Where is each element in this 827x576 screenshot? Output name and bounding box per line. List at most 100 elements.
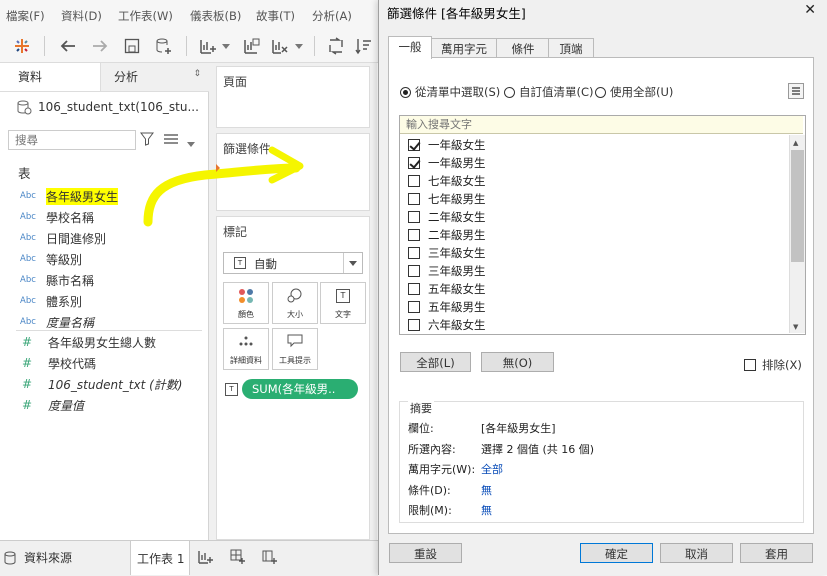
field-label: 學校代碼 (48, 356, 97, 371)
select-none-button[interactable]: 無(O) (481, 352, 554, 372)
value-checkbox[interactable] (408, 211, 420, 223)
dimension-field[interactable]: Abc 度量名稱 (0, 312, 200, 332)
text-encoding-icon: T (225, 383, 238, 396)
color-mark-button[interactable]: 顏色 (223, 282, 269, 324)
field-label: 等級別 (46, 252, 83, 267)
value-checkbox[interactable] (408, 301, 420, 313)
detail-mark-button[interactable]: 詳細資料 (223, 328, 269, 370)
summary-key: 萬用字元(W): (408, 463, 476, 476)
new-dashboard-icon[interactable] (230, 549, 246, 568)
number-type-icon: # (22, 398, 33, 412)
summary-value: 選擇 2 個值 (共 16 個) (481, 442, 595, 456)
value-checkbox[interactable] (408, 193, 420, 205)
value-list-item[interactable]: 五年級女生 (408, 280, 486, 298)
field-label: 各年級男女生總人數 (48, 335, 157, 350)
value-checkbox[interactable] (408, 157, 420, 169)
string-type-icon: Abc (20, 233, 36, 243)
summary-key: 所選內容: (408, 442, 456, 456)
value-search-input[interactable] (400, 116, 803, 134)
number-type-icon: # (22, 356, 33, 370)
value-list-item[interactable]: 六年級女生 (408, 316, 486, 334)
chevron-down-icon[interactable]: ▼ (793, 323, 798, 331)
value-label: 七年級女生 (428, 174, 486, 188)
value-label: 五年級男生 (428, 300, 486, 314)
new-story-icon[interactable] (262, 549, 278, 568)
ok-button[interactable]: 確定 (580, 543, 653, 563)
new-worksheet-icon[interactable] (198, 549, 214, 568)
value-list-scrollbar[interactable]: ▲ ▼ (789, 135, 805, 333)
value-checkbox[interactable] (408, 265, 420, 277)
value-checkbox[interactable] (408, 229, 420, 241)
filter-dialog: 篩選條件 [各年級男女生] ✕ 一般 萬用字元 條件 頂端 從清單中選取(S) … (378, 0, 827, 575)
mark-type-dropdown[interactable]: T 自動 (223, 252, 363, 274)
tab-general[interactable]: 一般 (388, 36, 432, 59)
dimension-field[interactable]: Abc 等級別 (0, 249, 200, 269)
value-checkbox[interactable] (408, 247, 420, 259)
dimension-field[interactable]: Abc 縣市名稱 (0, 270, 200, 290)
dialog-title: 篩選條件 [各年級男女生] (387, 6, 526, 21)
value-list-item[interactable]: 一年級女生 (408, 136, 486, 154)
number-type-icon: # (22, 377, 33, 391)
chevron-up-icon[interactable]: ▲ (793, 139, 798, 147)
select-all-button[interactable]: 全部(L) (400, 352, 471, 372)
value-label: 三年級女生 (428, 246, 486, 260)
field-label: 度量名稱 (46, 315, 95, 330)
measure-field[interactable]: # 度量值 (0, 395, 200, 415)
tab-wildcard[interactable]: 萬用字元 (430, 38, 498, 59)
reset-button[interactable]: 重設 (389, 543, 462, 563)
radio-select-from-list[interactable]: 從清單中選取(S) (400, 84, 500, 100)
radio-custom-value-list[interactable]: 自訂值清單(C) (504, 84, 594, 100)
radio-use-all[interactable]: 使用全部(U) (595, 84, 673, 100)
value-list-item[interactable]: 一年級男生 (408, 154, 486, 172)
summary-link[interactable]: 全部 (481, 461, 503, 477)
color-dots-icon (239, 289, 253, 303)
value-list-item[interactable]: 七年級女生 (408, 172, 486, 190)
tab-top[interactable]: 頂端 (548, 38, 594, 59)
value-list-item[interactable]: 二年級女生 (408, 208, 486, 226)
apply-button[interactable]: 套用 (740, 543, 813, 563)
sheet-tab-1[interactable]: 工作表 1 (130, 541, 190, 575)
database-icon (4, 551, 16, 565)
field-label: 106_student_txt (計數) (48, 377, 183, 392)
list-options-icon[interactable] (788, 83, 804, 99)
scrollbar-thumb[interactable] (791, 150, 804, 262)
sum-measure-pill[interactable]: SUM(各年級男.. (242, 379, 358, 399)
summary-link[interactable]: 無 (481, 482, 492, 498)
measure-field[interactable]: #106_student_txt (計數) (0, 374, 200, 394)
summary-key: 限制(M): (408, 504, 452, 517)
tooltip-bubble-icon (287, 334, 303, 348)
cancel-button[interactable]: 取消 (660, 543, 733, 563)
value-list-item[interactable]: 三年級女生 (408, 244, 486, 262)
text-mark-icon: T (234, 257, 246, 269)
value-list-item[interactable]: 七年級男生 (408, 190, 486, 208)
measure-field[interactable]: # 學校代碼 (0, 353, 200, 373)
value-checkbox[interactable] (408, 175, 420, 187)
value-list-item[interactable]: 三年級男生 (408, 262, 486, 280)
value-list-item[interactable]: 二年級男生 (408, 226, 486, 244)
datasource-tab[interactable]: 資料來源 (4, 549, 72, 566)
summary-link[interactable]: 無 (481, 502, 492, 518)
summary-value: [各年級男女生] (481, 422, 556, 435)
value-list: 一年級女生一年級男生七年級女生七年級男生二年級女生二年級男生三年級女生三年級男生… (399, 115, 806, 335)
summary-key: 欄位: (408, 422, 434, 435)
value-checkbox[interactable] (408, 319, 420, 331)
exclude-checkbox[interactable]: 排除(X) (744, 357, 802, 373)
dimension-field[interactable]: Abc 日間進修別 (0, 228, 200, 248)
field-label: 縣市名稱 (46, 273, 95, 288)
mark-type-label: 自動 (254, 257, 277, 271)
tooltip-mark-button[interactable]: 工具提示 (272, 328, 318, 370)
value-label: 七年級男生 (428, 192, 486, 206)
text-icon: T (336, 289, 350, 303)
measure-field[interactable]: # 各年級男女生總人數 (0, 332, 200, 352)
detail-dots-icon (239, 336, 253, 346)
value-list-item[interactable]: 五年級男生 (408, 298, 486, 316)
close-icon[interactable]: ✕ (804, 2, 816, 18)
value-label: 一年級女生 (428, 138, 486, 152)
dimension-field[interactable]: Abc 體系別 (0, 291, 200, 311)
text-mark-button[interactable]: T 文字 (320, 282, 366, 324)
value-checkbox[interactable] (408, 283, 420, 295)
chevron-down-icon (343, 253, 362, 273)
tab-condition[interactable]: 條件 (496, 38, 550, 59)
size-mark-button[interactable]: 大小 (272, 282, 318, 324)
value-checkbox[interactable] (408, 139, 420, 151)
